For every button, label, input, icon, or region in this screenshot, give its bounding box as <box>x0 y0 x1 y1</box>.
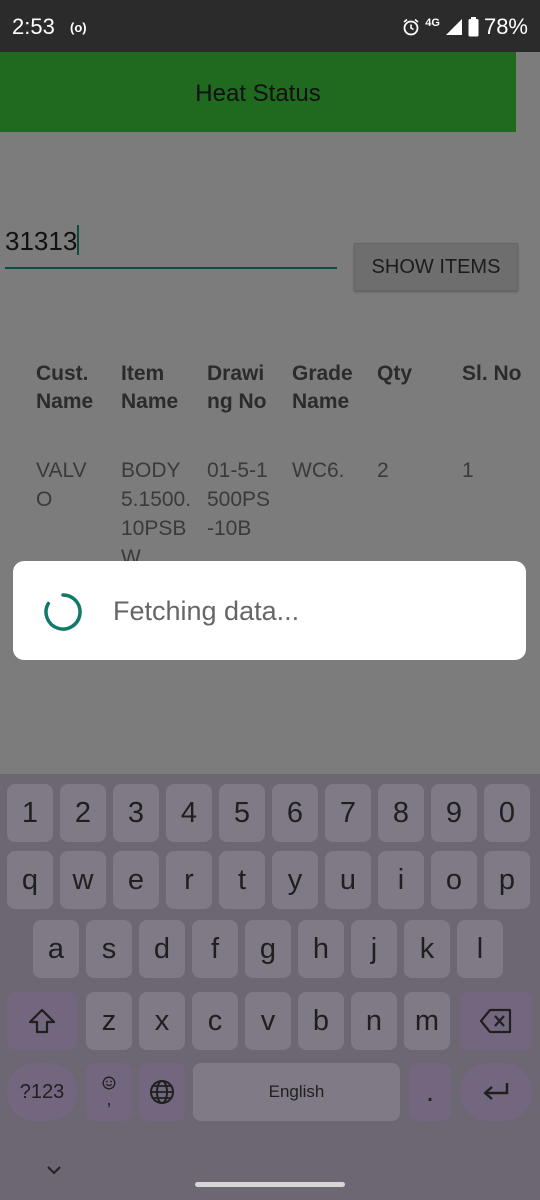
key-v[interactable]: v <box>245 992 291 1050</box>
app-bar: Heat Status <box>0 52 516 132</box>
key-m[interactable]: m <box>404 992 450 1050</box>
emoji-comma-key[interactable]: , <box>86 1063 132 1121</box>
key-3[interactable]: 3 <box>113 784 159 842</box>
comma-label: , <box>106 1089 112 1109</box>
table-header: Cust. Name <box>36 362 94 413</box>
hide-keyboard-icon[interactable] <box>44 1160 64 1183</box>
hotspot-indicator-icon: (o) <box>70 20 87 35</box>
key-w[interactable]: w <box>60 851 106 909</box>
key-s[interactable]: s <box>86 920 132 978</box>
page-title: Heat Status <box>195 80 321 107</box>
shift-icon <box>28 1008 56 1034</box>
key-4[interactable]: 4 <box>166 784 212 842</box>
home-gesture-bar[interactable] <box>195 1182 345 1187</box>
key-y[interactable]: y <box>272 851 318 909</box>
key-j[interactable]: j <box>351 920 397 978</box>
table-cell: 1 <box>462 459 474 482</box>
globe-icon <box>150 1080 174 1104</box>
table-header: Grade Name <box>292 362 353 413</box>
key-o[interactable]: o <box>431 851 477 909</box>
heat-number-value: 31313 <box>5 226 78 256</box>
key-g[interactable]: g <box>245 920 291 978</box>
key-x[interactable]: x <box>139 992 185 1050</box>
battery-level: 78% <box>483 14 528 39</box>
enter-key[interactable] <box>460 1063 532 1121</box>
status-icons: 4G 78% <box>402 14 528 40</box>
loading-spinner-icon <box>44 593 82 631</box>
key-b[interactable]: b <box>298 992 344 1050</box>
alarm-icon <box>403 18 419 36</box>
loading-dialog: Fetching data... <box>13 561 526 660</box>
shift-key[interactable] <box>7 992 77 1050</box>
key-5[interactable]: 5 <box>219 784 265 842</box>
emoji-icon <box>102 1076 116 1090</box>
language-key[interactable] <box>139 1063 185 1121</box>
symbols-key[interactable]: ?123 <box>7 1063 77 1121</box>
key-2[interactable]: 2 <box>60 784 106 842</box>
key-u[interactable]: u <box>325 851 371 909</box>
table-header: Drawing No <box>207 362 267 413</box>
key-7[interactable]: 7 <box>325 784 371 842</box>
key-9[interactable]: 9 <box>431 784 477 842</box>
show-items-button[interactable]: SHOW ITEMS <box>354 243 518 291</box>
key-0[interactable]: 0 <box>484 784 530 842</box>
table-cell: 01-5-1500PS-10B <box>207 459 271 540</box>
key-r[interactable]: r <box>166 851 212 909</box>
key-k[interactable]: k <box>404 920 450 978</box>
network-type: 4G <box>425 17 440 29</box>
key-q[interactable]: q <box>7 851 53 909</box>
key-d[interactable]: d <box>139 920 185 978</box>
key-l[interactable]: l <box>457 920 503 978</box>
key-i[interactable]: i <box>378 851 424 909</box>
key-h[interactable]: h <box>298 920 344 978</box>
table-header: Qty <box>377 362 413 385</box>
text-cursor <box>77 225 80 255</box>
table-cell: VALVO <box>36 459 87 511</box>
key-6[interactable]: 6 <box>272 784 318 842</box>
heat-number-input[interactable]: 31313 <box>5 217 337 269</box>
key-1[interactable]: 1 <box>7 784 53 842</box>
battery-icon <box>468 17 479 37</box>
table-header: Item Name <box>121 362 179 413</box>
key-a[interactable]: a <box>33 920 79 978</box>
key-z[interactable]: z <box>86 992 132 1050</box>
backspace-icon <box>479 1008 512 1034</box>
period-key[interactable]: . <box>409 1063 451 1121</box>
key-8[interactable]: 8 <box>378 784 424 842</box>
key-f[interactable]: f <box>192 920 238 978</box>
enter-icon <box>483 1083 509 1100</box>
key-c[interactable]: c <box>192 992 238 1050</box>
backspace-key[interactable] <box>460 992 532 1050</box>
table-cell: 2 <box>377 459 389 482</box>
table-header: Sl. No <box>462 362 522 385</box>
table-cell: WC6. <box>292 459 345 482</box>
table-cell: BODY 5.1500.10PSBW <box>121 459 192 569</box>
key-p[interactable]: p <box>484 851 530 909</box>
status-bar: 2:53 (o) 4G 78% <box>0 0 540 52</box>
key-e[interactable]: e <box>113 851 159 909</box>
loading-message: Fetching data... <box>113 596 300 626</box>
status-time: 2:53 <box>12 14 55 39</box>
space-key[interactable]: English <box>193 1063 400 1121</box>
key-n[interactable]: n <box>351 992 397 1050</box>
key-t[interactable]: t <box>219 851 265 909</box>
signal-icon <box>445 19 462 35</box>
